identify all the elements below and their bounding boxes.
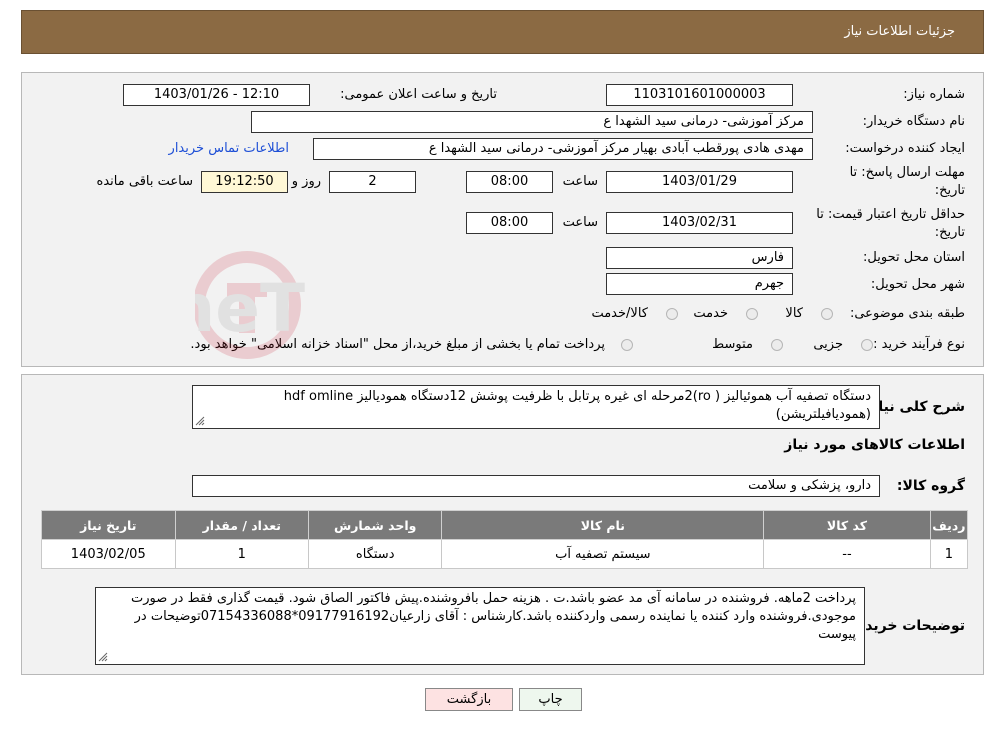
requester-label: ایجاد کننده درخواست: bbox=[845, 141, 965, 156]
col-code: کد کالا bbox=[763, 510, 931, 540]
city-label: شهر محل تحویل: bbox=[870, 277, 965, 292]
page-header: جزئیات اطلاعات نیاز bbox=[21, 10, 984, 54]
cell-unit: دستگاه bbox=[307, 539, 443, 569]
category-radio-goods-service[interactable] bbox=[666, 308, 678, 320]
description-textarea[interactable]: دستگاه تصفیه آب هموئیالیز ( ro)2مرحله ای… bbox=[192, 385, 880, 429]
buyer-contact-link[interactable]: اطلاعات تماس خریدار bbox=[169, 141, 289, 156]
price-validity-time-label: ساعت bbox=[562, 215, 598, 230]
cell-code: -- bbox=[763, 539, 931, 569]
category-option-goods: کالا bbox=[785, 306, 803, 321]
price-validity-date-field[interactable]: 1403/02/31 bbox=[606, 212, 793, 234]
col-row: ردیف bbox=[929, 510, 969, 540]
purchase-option-medium: متوسط bbox=[712, 337, 753, 352]
price-validity-label-1: حداقل تاریخ اعتبار قیمت: تا bbox=[816, 207, 965, 222]
cell-quantity: 1 bbox=[174, 539, 309, 569]
price-validity-time-field[interactable]: 08:00 bbox=[466, 212, 553, 234]
category-option-service: خدمت bbox=[693, 306, 728, 321]
purchase-option-minor: جزیی bbox=[813, 337, 843, 352]
description-text: دستگاه تصفیه آب هموئیالیز ( ro)2مرحله ای… bbox=[283, 389, 871, 422]
goods-group-field[interactable]: دارو، پزشکی و سلامت bbox=[192, 475, 880, 497]
buyer-org-field[interactable]: مرکز آموزشی- درمانی سید الشهدا ع bbox=[251, 111, 813, 133]
buyer-org-label: نام دستگاه خریدار: bbox=[862, 114, 965, 129]
goods-table: ردیف کد کالا نام کالا واحد شمارش تعداد /… bbox=[41, 510, 969, 569]
goods-group-label: گروه کالا: bbox=[896, 478, 965, 494]
city-field[interactable]: جهرم bbox=[606, 273, 793, 295]
announce-datetime-label: تاریخ و ساعت اعلان عمومی: bbox=[340, 87, 497, 102]
col-quantity: تعداد / مقدار bbox=[174, 510, 309, 540]
purchase-note: پرداخت تمام یا بخشی از مبلغ خرید،از محل … bbox=[190, 337, 605, 352]
province-label: استان محل تحویل: bbox=[863, 250, 965, 265]
buyer-notes-textarea[interactable]: پرداخت 2ماهه. فروشنده در سامانه آی مد عض… bbox=[95, 587, 865, 665]
table-row[interactable]: 1 -- سیستم تصفیه آب دستگاه 1 1403/02/05 bbox=[41, 539, 969, 569]
cell-row: 1 bbox=[929, 539, 969, 569]
announce-datetime-field[interactable]: 1403/01/26 - 12:10 bbox=[123, 84, 310, 106]
purchase-radio-minor[interactable] bbox=[861, 339, 873, 351]
category-label: طبقه بندی موضوعی: bbox=[849, 306, 965, 321]
back-button[interactable]: بازگشت bbox=[425, 688, 513, 711]
goods-table-header: ردیف کد کالا نام کالا واحد شمارش تعداد /… bbox=[41, 510, 969, 540]
cell-need-date: 1403/02/05 bbox=[41, 539, 176, 569]
print-button[interactable]: چاپ bbox=[519, 688, 582, 711]
remaining-time-label: ساعت باقی مانده bbox=[96, 174, 193, 189]
category-radio-goods[interactable] bbox=[821, 308, 833, 320]
resize-grip-icon[interactable] bbox=[195, 416, 205, 426]
price-validity-label-2: تاریخ: bbox=[934, 225, 965, 240]
col-need-date: تاریخ نیاز bbox=[41, 510, 176, 540]
need-info-panel: شماره نیاز: 1103101601000003 تاریخ و ساع… bbox=[21, 72, 984, 367]
purchase-type-label: نوع فرآیند خرید : bbox=[873, 337, 965, 352]
col-unit: واحد شمارش bbox=[307, 510, 443, 540]
category-option-goods-service: کالا/خدمت bbox=[591, 306, 648, 321]
need-number-field[interactable]: 1103101601000003 bbox=[606, 84, 793, 106]
remaining-time-field: 19:12:50 bbox=[201, 171, 288, 193]
purchase-radio-medium[interactable] bbox=[771, 339, 783, 351]
need-details-panel: شرح کلی نیاز: دستگاه تصفیه آب هموئیالیز … bbox=[21, 374, 984, 675]
deadline-label-1: مهلت ارسال پاسخ: تا bbox=[849, 165, 965, 180]
deadline-time-field[interactable]: 08:00 bbox=[466, 171, 553, 193]
deadline-time-label: ساعت bbox=[562, 174, 598, 189]
buyer-notes-text: پرداخت 2ماهه. فروشنده در سامانه آی مد عض… bbox=[130, 591, 856, 642]
goods-info-title: اطلاعات کالاهای مورد نیاز bbox=[784, 437, 965, 453]
resize-grip-icon[interactable] bbox=[98, 652, 108, 662]
page-title: جزئیات اطلاعات نیاز bbox=[844, 24, 955, 39]
need-number-label: شماره نیاز: bbox=[903, 87, 965, 102]
deadline-date-field[interactable]: 1403/01/29 bbox=[606, 171, 793, 193]
days-label: روز و bbox=[291, 174, 321, 189]
deadline-label-2: تاریخ: bbox=[934, 183, 965, 198]
treasury-docs-checkbox[interactable] bbox=[621, 339, 633, 351]
days-field[interactable]: 2 bbox=[329, 171, 416, 193]
province-field[interactable]: فارس bbox=[606, 247, 793, 269]
requester-field[interactable]: مهدی هادی پورقطب آبادی بهیار مرکز آموزشی… bbox=[313, 138, 813, 160]
category-radio-service[interactable] bbox=[746, 308, 758, 320]
col-name: نام کالا bbox=[441, 510, 765, 540]
cell-name: سیستم تصفیه آب bbox=[441, 539, 765, 569]
